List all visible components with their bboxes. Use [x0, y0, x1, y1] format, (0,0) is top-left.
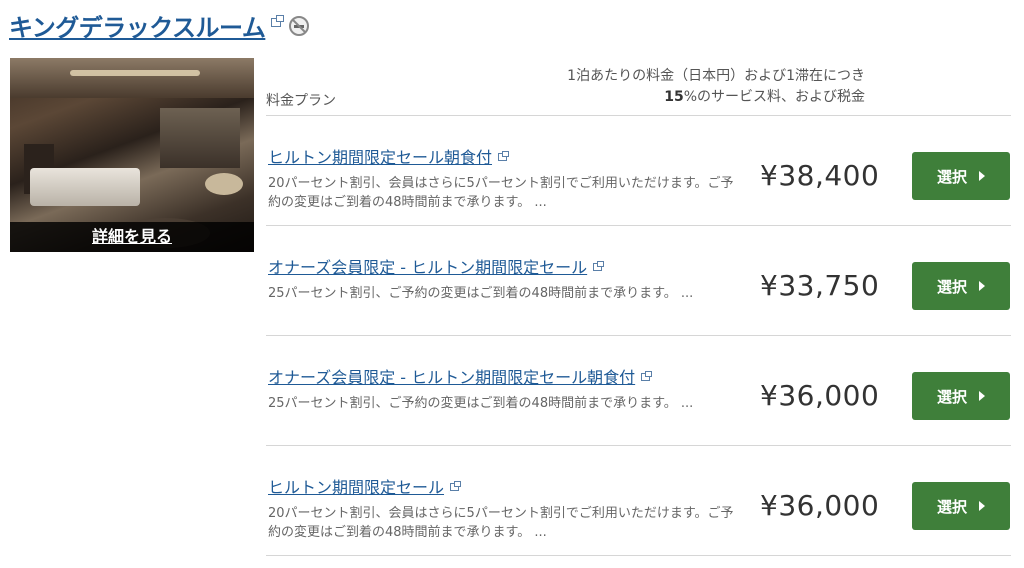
plan-name-link[interactable]: オナーズ会員限定 - ヒルトン期間限定セール朝食付 [268, 364, 653, 388]
external-link-icon[interactable] [498, 151, 510, 161]
room-header: キングデラックスルーム [9, 8, 310, 43]
plan-name-text[interactable]: ヒルトン期間限定セール朝食付 [268, 148, 492, 167]
plan-name-link[interactable]: オナーズ会員限定 - ヒルトン期間限定セール [268, 254, 605, 278]
plan-column-label: 料金プラン [266, 93, 336, 109]
rate-plans-table: 料金プラン 1泊あたりの料金（日本円）および1滞在につき 15%のサービス料、お… [266, 58, 1011, 556]
select-button[interactable]: 選択 [912, 482, 1010, 530]
room-photo[interactable]: 詳細を見る [10, 58, 254, 252]
rate-plans-header: 料金プラン 1泊あたりの料金（日本円）および1滞在につき 15%のサービス料、お… [266, 58, 1011, 116]
select-button-label: 選択 [936, 387, 967, 406]
photo-light [70, 70, 200, 76]
plan-name-link[interactable]: ヒルトン期間限定セール [268, 474, 462, 498]
external-link-icon[interactable] [271, 15, 285, 27]
select-button-label: 選択 [936, 497, 967, 516]
plan-price: ¥33,750 [760, 269, 880, 302]
photo-table [205, 173, 243, 195]
plan-name-text[interactable]: オナーズ会員限定 - ヒルトン期間限定セール [268, 258, 587, 277]
caret-right-icon [979, 391, 985, 401]
plan-price: ¥36,000 [760, 489, 880, 522]
plan-name-link[interactable]: ヒルトン期間限定セール朝食付 [268, 144, 510, 168]
select-button[interactable]: 選択 [912, 262, 1010, 310]
plan-name-text[interactable]: オナーズ会員限定 - ヒルトン期間限定セール朝食付 [268, 368, 635, 387]
caret-right-icon [979, 501, 985, 511]
rate-plan-row: オナーズ会員限定 - ヒルトン期間限定セール朝食付 25パーセント割引、ご予約の… [266, 336, 1011, 446]
photo-ceiling [10, 58, 254, 98]
plan-price: ¥38,400 [760, 159, 880, 192]
external-link-icon[interactable] [593, 261, 605, 271]
price-note-line2: 15%のサービス料、および税金 [567, 87, 865, 108]
external-link-icon[interactable] [450, 481, 462, 491]
price-note-line1: 1泊あたりの料金（日本円）および1滞在につき [567, 68, 865, 84]
room-title-link[interactable]: キングデラックスルーム [9, 8, 266, 43]
plan-description: 25パーセント割引、ご予約の変更はご到着の48時間前まで承ります。 ... [268, 396, 694, 411]
price-note-line2-rest: %のサービス料、および税金 [683, 89, 865, 105]
plan-name-text[interactable]: ヒルトン期間限定セール [268, 478, 444, 497]
rate-plan-row: ヒルトン期間限定セール朝食付 20パーセント割引、会員はさらに5パーセント割引で… [266, 116, 1011, 226]
rate-plan-row: ヒルトン期間限定セール 20パーセント割引、会員はさらに5パーセント割引でご利用… [266, 446, 1011, 556]
price-note: 1泊あたりの料金（日本円）および1滞在につき 15%のサービス料、および税金 [567, 66, 865, 108]
select-button[interactable]: 選択 [912, 152, 1010, 200]
photo-window [160, 108, 240, 168]
photo-bed [30, 168, 140, 206]
plan-description: 20パーセント割引、会員はさらに5パーセント割引でご利用いただけます。ご予約の変… [268, 176, 734, 210]
view-details-link[interactable]: 詳細を見る [10, 222, 254, 252]
rate-plan-row: オナーズ会員限定 - ヒルトン期間限定セール 25パーセント割引、ご予約の変更は… [266, 226, 1011, 336]
caret-right-icon [979, 281, 985, 291]
plan-price: ¥36,000 [760, 379, 880, 412]
external-link-icon[interactable] [641, 371, 653, 381]
no-smoking-icon [289, 15, 310, 36]
select-button-label: 選択 [936, 167, 967, 186]
select-button[interactable]: 選択 [912, 372, 1010, 420]
caret-right-icon [979, 171, 985, 181]
service-percent: 15 [664, 89, 684, 105]
select-button-label: 選択 [936, 277, 967, 296]
plan-description: 25パーセント割引、ご予約の変更はご到着の48時間前まで承ります。 ... [268, 286, 694, 301]
plan-description: 20パーセント割引、会員はさらに5パーセント割引でご利用いただけます。ご予約の変… [268, 506, 734, 540]
